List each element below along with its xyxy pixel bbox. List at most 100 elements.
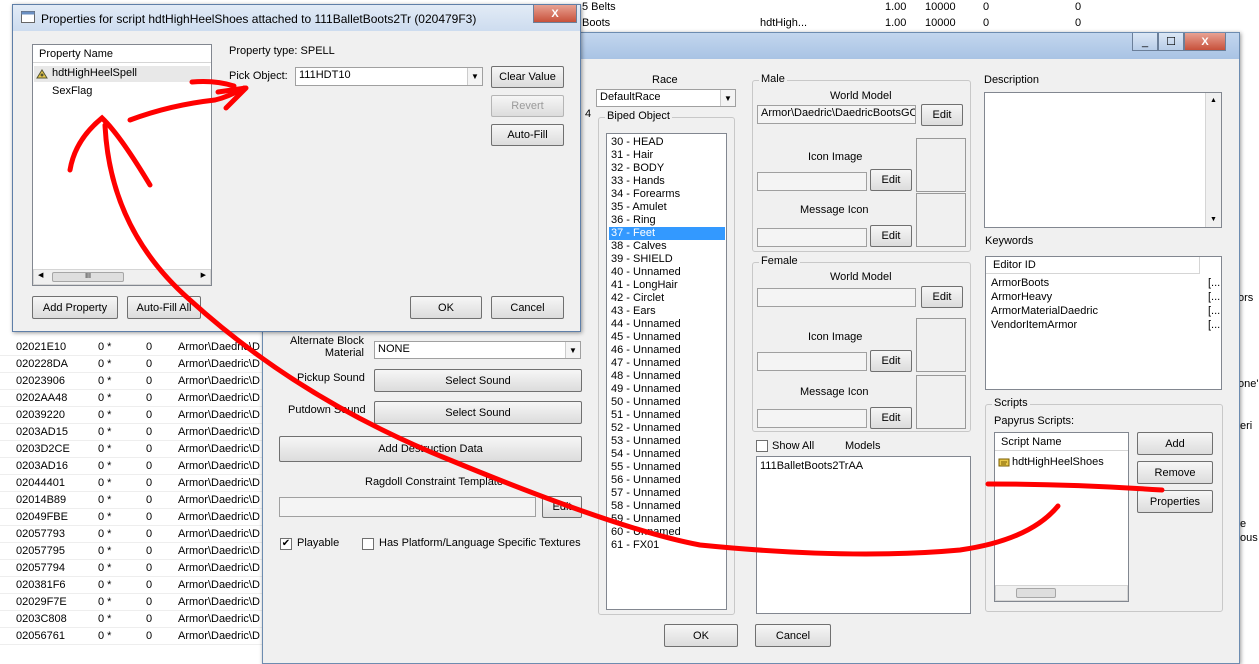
dialog-cancel-button[interactable]: Cancel xyxy=(491,296,564,319)
playable-checkbox[interactable]: ✔ xyxy=(280,538,292,550)
biped-object-item[interactable]: 42 - Circlet xyxy=(609,292,725,305)
script-name-header[interactable]: Script Name xyxy=(995,433,1128,451)
background-row[interactable]: 02029F7E 0 * 0 Armor\Daedric\D xyxy=(0,594,270,611)
property-row[interactable]: SexFlag xyxy=(52,85,92,97)
script-list-item[interactable]: hdtHighHeelShoes xyxy=(998,456,1104,468)
biped-object-item[interactable]: 33 - Hands xyxy=(609,175,725,188)
background-row[interactable]: 0203AD16 0 * 0 Armor\Daedric\D xyxy=(0,458,270,475)
script-properties-button[interactable]: Properties xyxy=(1137,490,1213,513)
minimize-button[interactable]: _ xyxy=(1132,33,1158,51)
male-icon-image-edit-button[interactable]: Edit xyxy=(870,169,912,191)
biped-object-item[interactable]: 59 - Unnamed xyxy=(609,513,725,526)
add-property-button[interactable]: Add Property xyxy=(32,296,118,319)
biped-object-list[interactable]: 30 - HEAD 31 - Hair 32 - BODY 33 - Hands 34 … xyxy=(606,133,727,610)
add-script-button[interactable]: Add xyxy=(1137,432,1213,455)
background-row[interactable]: 02057793 0 * 0 Armor\Daedric\D xyxy=(0,526,270,543)
clear-value-button[interactable]: Clear Value xyxy=(491,66,564,88)
biped-object-item[interactable]: 47 - Unnamed xyxy=(609,357,725,370)
biped-object-item[interactable]: 39 - SHIELD xyxy=(609,253,725,266)
keywords-list[interactable]: Editor ID ArmorBoots [... ArmorHeavy [... Ar… xyxy=(985,256,1222,390)
pick-object-dropdown[interactable]: 111HDT10 ▼ xyxy=(295,67,483,86)
female-world-model-field[interactable] xyxy=(757,288,916,307)
biped-object-item[interactable]: 54 - Unnamed xyxy=(609,448,725,461)
male-message-icon-edit-button[interactable]: Edit xyxy=(870,225,912,247)
race-dropdown[interactable]: DefaultRace ▼ xyxy=(596,89,736,107)
female-message-icon-edit-button[interactable]: Edit xyxy=(870,407,912,429)
background-row[interactable]: 02057795 0 * 0 Armor\Daedric\D xyxy=(0,543,270,560)
male-world-model-field[interactable]: Armor\Daedric\DaedricBootsGO xyxy=(757,105,916,124)
biped-object-item[interactable]: 53 - Unnamed xyxy=(609,435,725,448)
background-row[interactable]: 02039220 0 * 0 Armor\Daedric\D xyxy=(0,407,270,424)
biped-object-item[interactable]: 45 - Unnamed xyxy=(609,331,725,344)
biped-object-item[interactable]: 43 - Ears xyxy=(609,305,725,318)
biped-object-item[interactable]: 30 - HEAD xyxy=(609,136,725,149)
biped-object-item[interactable]: 50 - Unnamed xyxy=(609,396,725,409)
biped-object-item[interactable]: 56 - Unnamed xyxy=(609,474,725,487)
show-all-checkbox[interactable] xyxy=(756,440,768,452)
maximize-button[interactable]: ☐ xyxy=(1158,33,1184,51)
female-world-model-edit-button[interactable]: Edit xyxy=(921,286,963,308)
background-row[interactable]: 02049FBE 0 * 0 Armor\Daedric\D xyxy=(0,509,270,526)
ragdoll-constraint-field[interactable] xyxy=(279,497,536,517)
revert-button[interactable]: Revert xyxy=(491,95,564,117)
biped-object-item[interactable]: 34 - Forearms xyxy=(609,188,725,201)
background-row[interactable]: 02021E10 0 * 0 Armor\Daedric\D xyxy=(0,339,270,356)
biped-object-item[interactable]: 44 - Unnamed xyxy=(609,318,725,331)
pickup-select-sound-button[interactable]: Select Sound xyxy=(374,369,582,392)
male-icon-image-field[interactable] xyxy=(757,172,867,191)
background-row[interactable]: 02044401 0 * 0 Armor\Daedric\D xyxy=(0,475,270,492)
armor-ok-button[interactable]: OK xyxy=(664,624,738,647)
background-row[interactable]: 02014B89 0 * 0 Armor\Daedric\D xyxy=(0,492,270,509)
female-icon-image-edit-button[interactable]: Edit xyxy=(870,350,912,372)
female-message-icon-field[interactable] xyxy=(757,409,867,428)
property-list[interactable]: Property Name hdtHighHeelSpell SexFlag ◀… xyxy=(32,44,212,286)
background-row[interactable]: 0202AA48 0 * 0 Armor\Daedric\D xyxy=(0,390,270,407)
background-row[interactable]: 02023906 0 * 0 Armor\Daedric\D xyxy=(0,373,270,390)
scrollbar-thumb[interactable] xyxy=(1016,588,1056,598)
biped-object-item[interactable]: 55 - Unnamed xyxy=(609,461,725,474)
putdown-select-sound-button[interactable]: Select Sound xyxy=(374,401,582,424)
background-row[interactable]: 0203C808 0 * 0 Armor\Daedric\D xyxy=(0,611,270,628)
female-icon-image-field[interactable] xyxy=(757,352,867,371)
scripts-hscrollbar[interactable] xyxy=(995,585,1128,601)
biped-object-item[interactable]: 46 - Unnamed xyxy=(609,344,725,357)
auto-fill-button[interactable]: Auto-Fill xyxy=(491,124,564,146)
description-textarea[interactable]: ▲ ▼ xyxy=(984,92,1222,228)
armor-cancel-button[interactable]: Cancel xyxy=(755,624,831,647)
male-message-icon-field[interactable] xyxy=(757,228,867,247)
background-row[interactable]: 020381F6 0 * 0 Armor\Daedric\D xyxy=(0,577,270,594)
biped-object-item[interactable]: 38 - Calves xyxy=(609,240,725,253)
biped-object-item[interactable]: 48 - Unnamed xyxy=(609,370,725,383)
biped-object-item[interactable]: 57 - Unnamed xyxy=(609,487,725,500)
auto-fill-all-button[interactable]: Auto-Fill All xyxy=(127,296,201,319)
biped-object-item[interactable]: 32 - BODY xyxy=(609,162,725,175)
background-row[interactable]: 0203D2CE 0 * 0 Armor\Daedric\D xyxy=(0,441,270,458)
scrollbar-thumb[interactable]: III xyxy=(52,272,124,282)
dialog-close-button[interactable]: X xyxy=(533,5,577,23)
biped-object-item[interactable]: 36 - Ring xyxy=(609,214,725,227)
description-scrollbar[interactable]: ▲ ▼ xyxy=(1205,93,1221,227)
background-row[interactable]: 02056761 0 * 0 Armor\Daedric\D xyxy=(0,628,270,645)
close-button[interactable]: X xyxy=(1184,33,1226,51)
biped-object-item[interactable]: 60 - Unnamed xyxy=(609,526,725,539)
scripts-list[interactable]: Script Name hdtHighHeelShoes xyxy=(994,432,1129,602)
alternate-block-material-dropdown[interactable]: NONE ▼ xyxy=(374,341,581,359)
keyword-item[interactable]: VendorItemArmor xyxy=(991,319,1077,331)
remove-script-button[interactable]: Remove xyxy=(1137,461,1213,484)
biped-object-item[interactable]: 41 - LongHair xyxy=(609,279,725,292)
keyword-item[interactable]: ArmorHeavy xyxy=(991,291,1052,303)
male-world-model-edit-button[interactable]: Edit xyxy=(921,104,963,126)
biped-object-item[interactable]: 52 - Unnamed xyxy=(609,422,725,435)
editor-id-header[interactable]: Editor ID xyxy=(986,257,1200,274)
biped-object-item[interactable]: 61 - FX01 xyxy=(609,539,725,552)
biped-object-item[interactable]: 31 - Hair xyxy=(609,149,725,162)
keyword-item[interactable]: ArmorMaterialDaedric xyxy=(991,305,1098,317)
biped-object-item[interactable]: 35 - Amulet xyxy=(609,201,725,214)
biped-object-item[interactable]: 51 - Unnamed xyxy=(609,409,725,422)
property-name-header[interactable]: Property Name xyxy=(33,45,211,63)
background-row[interactable]: 020228DA 0 * 0 Armor\Daedric\D xyxy=(0,356,270,373)
background-row[interactable]: 02057794 0 * 0 Armor\Daedric\D xyxy=(0,560,270,577)
add-destruction-data-button[interactable]: Add Destruction Data xyxy=(279,436,582,462)
biped-object-item[interactable]: 58 - Unnamed xyxy=(609,500,725,513)
ragdoll-edit-button[interactable]: Edit xyxy=(542,496,582,518)
